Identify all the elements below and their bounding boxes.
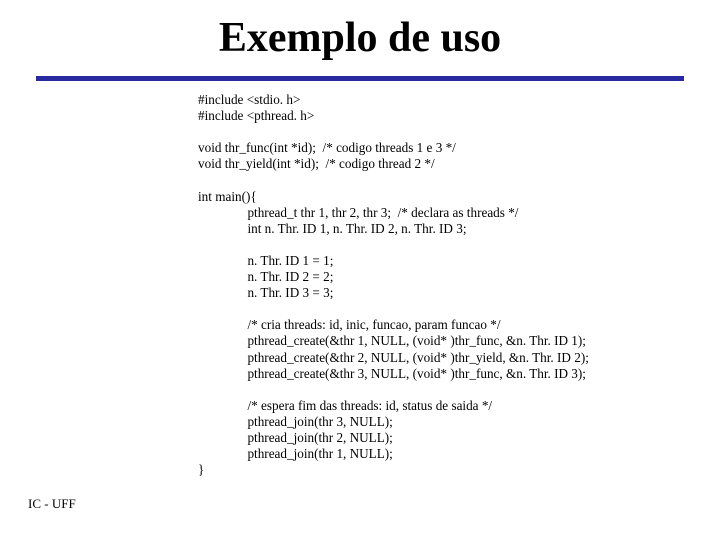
code-block: #include <stdio. h> #include <pthread. h…	[198, 92, 698, 478]
slide-title: Exemplo de uso	[0, 14, 720, 62]
footer-text: IC - UFF	[28, 496, 76, 512]
slide: Exemplo de uso #include <stdio. h> #incl…	[0, 0, 720, 540]
horizontal-rule	[36, 76, 684, 81]
